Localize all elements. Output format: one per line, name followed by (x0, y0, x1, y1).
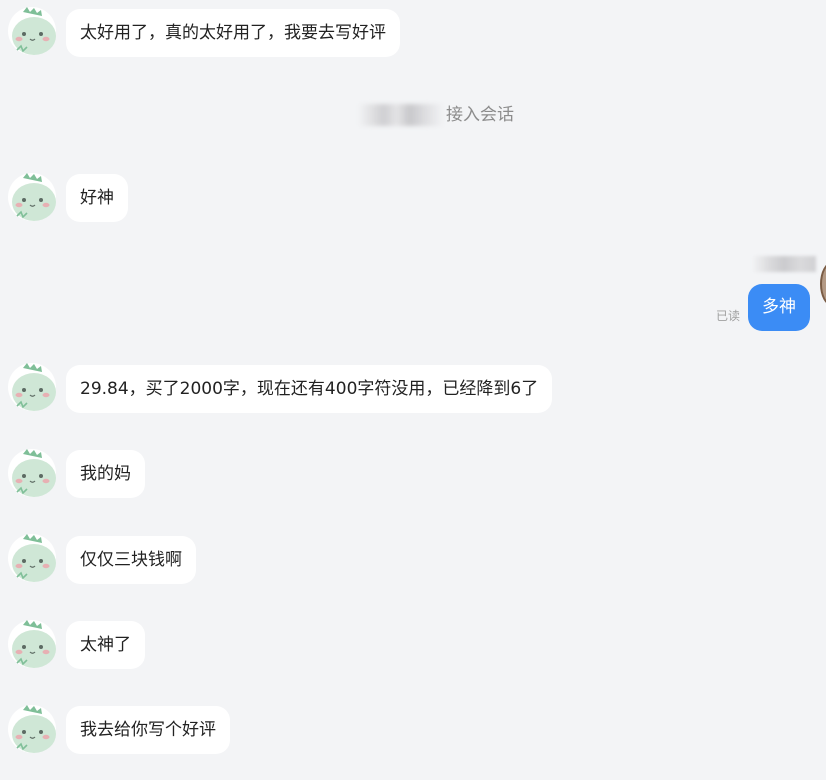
dinosaur-avatar-icon[interactable] (7, 704, 57, 754)
message-bubble: 我的妈 (66, 450, 145, 498)
blurred-agent-name (358, 104, 444, 126)
blurred-sender-name (752, 256, 816, 272)
dinosaur-avatar-icon[interactable] (7, 533, 57, 583)
my-avatar[interactable] (820, 262, 826, 306)
chat-window: 太好用了，真的太好用了，我要去写好评 接入会话 好神 已读 多神 29.84，买… (0, 0, 826, 780)
message-bubble: 仅仅三块钱啊 (66, 536, 196, 584)
dinosaur-avatar-icon[interactable] (7, 172, 57, 222)
dinosaur-avatar-icon[interactable] (7, 6, 57, 56)
dinosaur-avatar-icon[interactable] (7, 448, 57, 498)
message-bubble: 好神 (66, 174, 128, 222)
message-bubble: 太好用了，真的太好用了，我要去写好评 (66, 9, 400, 57)
read-status: 已读 (716, 309, 741, 323)
dinosaur-avatar-icon[interactable] (7, 619, 57, 669)
system-notice-text: 接入会话 (446, 105, 514, 125)
message-bubble: 我去给你写个好评 (66, 706, 230, 754)
system-notice: 接入会话 (358, 102, 514, 128)
dinosaur-avatar-icon[interactable] (7, 362, 57, 412)
message-bubble: 太神了 (66, 621, 145, 669)
my-message-bubble: 多神 (748, 284, 810, 331)
message-bubble: 29.84，买了2000字，现在还有400字符没用，已经降到6了 (66, 365, 553, 413)
